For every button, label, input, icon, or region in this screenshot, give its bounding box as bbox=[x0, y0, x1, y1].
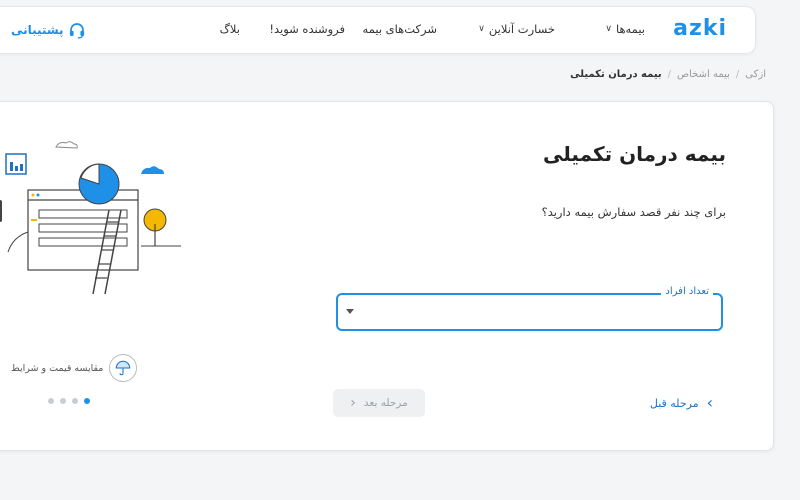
next-step-button[interactable]: مرحله بعد ‹ bbox=[333, 389, 425, 417]
chevron-right-icon: › bbox=[706, 393, 713, 412]
carousel-dot-active[interactable] bbox=[84, 398, 90, 404]
chevron-down-icon: ∨ bbox=[605, 24, 612, 34]
breadcrumb-home[interactable]: ازکی bbox=[745, 69, 766, 80]
nav-insurances[interactable]: بیمه‌ها ∨ bbox=[605, 22, 645, 36]
people-count-select[interactable]: تعداد افراد bbox=[336, 286, 723, 331]
umbrella-icon bbox=[109, 354, 138, 382]
nav-online-claims-label: خسارت آنلاین bbox=[488, 22, 555, 36]
dropdown-arrow-icon bbox=[346, 309, 354, 314]
question-text: برای چند نفر قصد سفارش بیمه دارید؟ bbox=[541, 205, 726, 219]
support-button[interactable]: پشتیبانی bbox=[11, 21, 86, 39]
nav-become-seller[interactable]: فروشنده شوید! bbox=[269, 22, 345, 36]
chevron-left-icon: ‹ bbox=[350, 395, 356, 411]
people-count-label: تعداد افراد bbox=[661, 286, 713, 297]
headset-icon bbox=[69, 23, 84, 39]
carousel-dot[interactable] bbox=[72, 398, 78, 404]
support-label: پشتیبانی bbox=[11, 23, 64, 37]
main-card: بیمه درمان تکمیلی برای چند نفر قصد سفارش… bbox=[0, 101, 774, 451]
previous-step-button[interactable]: › مرحله قبل bbox=[650, 395, 713, 411]
nav-insurance-companies-label: شرکت‌های بیمه bbox=[362, 22, 437, 36]
breadcrumb-personal-insurance[interactable]: بیمه اشخاص bbox=[677, 69, 730, 80]
compare-prices-text: مقایسه قیمت و شرایط bbox=[11, 362, 104, 374]
previous-step-label: مرحله قبل bbox=[649, 396, 699, 410]
carousel-dot[interactable] bbox=[48, 398, 54, 404]
nav-insurances-label: بیمه‌ها bbox=[615, 22, 645, 36]
azki-logo[interactable]: azki bbox=[673, 16, 727, 41]
breadcrumb-current: بیمه درمان تکمیلی bbox=[570, 69, 662, 80]
chevron-down-icon: ∨ bbox=[478, 24, 485, 34]
page-title: بیمه درمان تکمیلی bbox=[543, 142, 726, 166]
nav-insurance-companies[interactable]: شرکت‌های بیمه bbox=[363, 22, 437, 36]
nav-become-seller-label: فروشنده شوید! bbox=[269, 22, 345, 36]
compare-prices: مقایسه قیمت و شرایط bbox=[11, 354, 138, 382]
breadcrumb-separator: / bbox=[735, 69, 740, 80]
carousel-dots bbox=[48, 398, 90, 404]
nav-blog[interactable]: بلاگ bbox=[220, 22, 240, 36]
insurance-illustration bbox=[0, 141, 181, 295]
breadcrumb: ازکی / بیمه اشخاص / بیمه درمان تکمیلی bbox=[570, 69, 766, 80]
next-step-label: مرحله بعد bbox=[363, 397, 408, 409]
breadcrumb-separator: / bbox=[667, 69, 672, 80]
carousel-dot[interactable] bbox=[60, 398, 66, 404]
nav-online-claims[interactable]: خسارت آنلاین ∨ bbox=[478, 22, 555, 36]
top-header: azki بیمه‌ها ∨ خسارت آنلاین ∨ شرکت‌های ب… bbox=[0, 6, 756, 54]
nav-blog-label: بلاگ bbox=[219, 22, 240, 36]
